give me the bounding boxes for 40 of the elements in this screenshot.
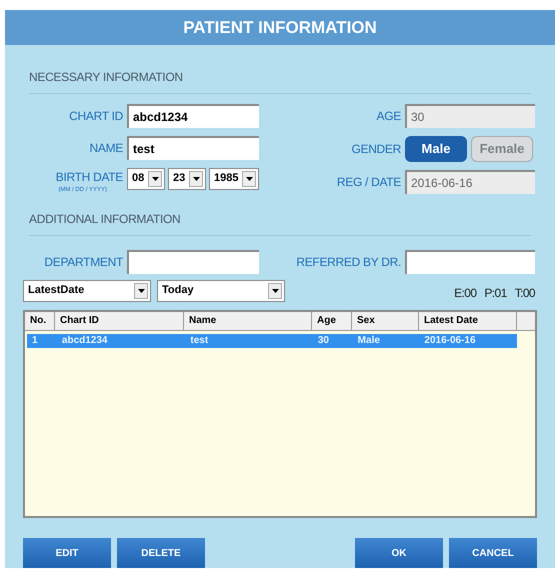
table-cell-text: 2016-06-16 — [423, 334, 477, 348]
field-label: DEPARTMENT — [43, 254, 123, 271]
text-field[interactable]: test — [127, 136, 259, 160]
action-button[interactable]: CANCEL — [449, 538, 537, 568]
action-button[interactable]: OK — [355, 538, 443, 568]
count-label: T:00 — [514, 284, 535, 302]
field-label: REFERRED BY DR. — [295, 254, 401, 271]
section-heading: ADDITIONAL INFORMATION — [29, 212, 180, 226]
action-button[interactable]: DELETE — [117, 538, 205, 568]
field-label: BIRTH DATE — [56, 168, 123, 186]
table-cell-text: test — [189, 334, 210, 348]
window-title: PATIENT INFORMATION — [183, 16, 377, 39]
table-cell-text: abcd1234 — [60, 334, 108, 348]
table-cell-text: 1 — [31, 334, 39, 348]
column-header[interactable]: Latest Date — [419, 312, 517, 330]
gender-toggle[interactable]: Male — [405, 136, 467, 162]
field-label: NAME — [88, 140, 123, 157]
dropdown[interactable]: 1985 — [209, 168, 259, 190]
column-header[interactable]: Name — [184, 312, 312, 330]
dropdown[interactable]: Today — [157, 280, 285, 302]
column-header[interactable]: Age — [312, 312, 352, 330]
count-label: E:00 — [454, 284, 476, 302]
dropdown[interactable]: 23 — [168, 168, 206, 190]
count-label: P:01 — [484, 284, 507, 302]
field-label: GENDER — [350, 140, 401, 158]
section-heading: NECESSARY INFORMATION — [29, 70, 183, 84]
dropdown[interactable]: LatestDate — [23, 280, 151, 302]
text-field[interactable] — [405, 250, 535, 274]
table-cell-text: Male — [356, 334, 381, 348]
dropdown[interactable]: 08 — [127, 168, 165, 190]
column-header[interactable]: No. — [25, 312, 55, 330]
column-header[interactable]: Chart ID — [55, 312, 184, 330]
field-label: REG / DATE — [336, 174, 401, 191]
text-field[interactable] — [127, 250, 259, 274]
column-header[interactable]: Sex — [352, 312, 419, 330]
field-label: CHART ID — [68, 108, 123, 125]
table-cell-text: 30 — [316, 334, 330, 348]
action-button[interactable]: EDIT — [23, 538, 111, 568]
field-label: AGE — [376, 108, 401, 125]
text-field[interactable]: abcd1234 — [127, 104, 259, 128]
